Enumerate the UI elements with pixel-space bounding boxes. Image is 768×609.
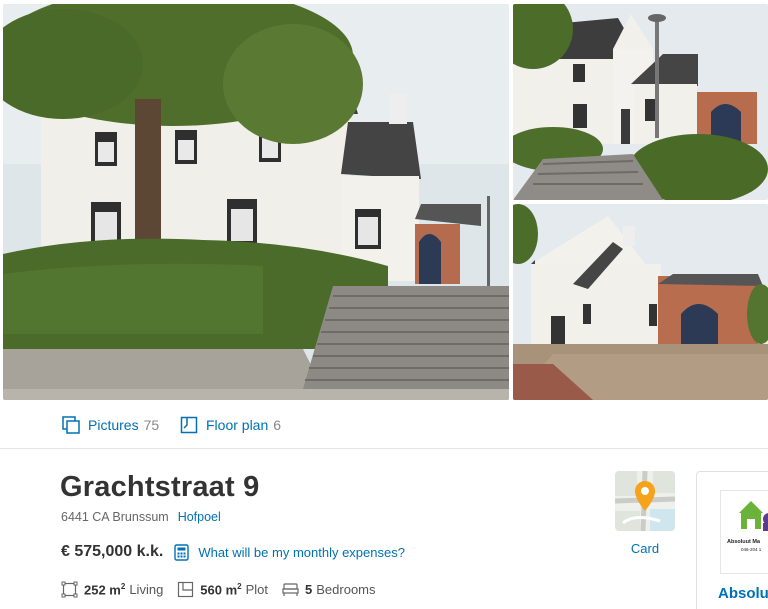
side-photo-top[interactable] — [513, 4, 768, 200]
pictures-count: 75 — [143, 417, 160, 433]
bedrooms-label: Bedrooms — [316, 582, 376, 597]
pictures-label: Pictures — [88, 417, 139, 433]
plot-label: Plot — [245, 582, 269, 597]
floorplan-link[interactable]: Floor plan 6 — [180, 416, 281, 434]
agent-name-link[interactable]: Absolu — [718, 585, 768, 602]
neighbourhood-link[interactable]: Hofpoel — [178, 510, 221, 524]
agent-logo[interactable]: Absoluut Ma 046-204 1 — [720, 490, 768, 574]
features-row: 252 m2 Living 560 m2 Plot 5 Bedrooms — [61, 581, 390, 598]
agent-logo-line1: Absoluut Ma — [727, 539, 760, 545]
media-tabs: Pictures 75 Floor plan 6 — [0, 401, 768, 449]
living-unit-sup: 2 — [120, 581, 126, 591]
photo-gallery — [0, 0, 768, 401]
side-photo-bottom[interactable] — [513, 204, 768, 400]
pictures-link[interactable]: Pictures 75 — [62, 416, 159, 434]
map-thumbnail[interactable] — [615, 471, 675, 531]
agent-house-logo-icon — [739, 501, 768, 531]
plot-icon — [178, 581, 194, 598]
living-value: 252 m — [84, 582, 121, 598]
listing-title: Grachtstraat 9 — [60, 471, 260, 503]
feature-plot: 560 m2 Plot — [177, 581, 268, 598]
plot-value: 560 m — [200, 582, 238, 598]
feature-living: 252 m2 Living — [61, 581, 163, 598]
feature-bedrooms: 5 Bedrooms — [282, 581, 376, 598]
floorplan-count: 6 — [273, 417, 282, 433]
floorplan-label: Floor plan — [206, 417, 269, 433]
bedrooms-value: 5 — [305, 582, 313, 597]
monthly-expenses-link[interactable]: What will be my monthly expenses? — [198, 545, 405, 560]
price: € 575,000 k.k. — [61, 543, 164, 560]
map-card-label[interactable]: Card — [615, 541, 675, 556]
main-photo[interactable] — [3, 4, 509, 400]
postal-city: 6441 CA Brunssum — [61, 510, 169, 524]
pictures-icon — [62, 416, 80, 434]
plot-unit-sup: 2 — [237, 581, 242, 591]
calculator-icon — [174, 543, 190, 561]
floorplan-icon — [180, 416, 198, 434]
agent-logo-line2: 046-204 1 — [741, 547, 762, 552]
listing-address: 6441 CA Brunssum Hofpoel — [61, 510, 221, 524]
floor-area-icon — [61, 581, 78, 598]
price-row: € 575,000 k.k. What will be my monthly e… — [61, 543, 405, 561]
bed-icon — [282, 583, 299, 596]
living-label: Living — [129, 582, 164, 597]
